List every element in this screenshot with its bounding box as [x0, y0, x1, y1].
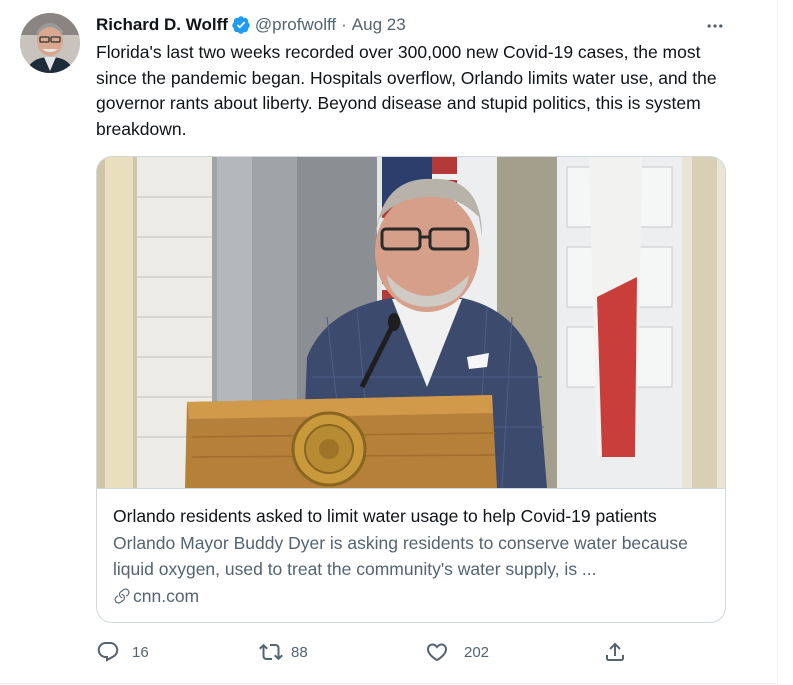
card-domain-row: cnn.com	[113, 584, 713, 608]
separator-dot: ·	[341, 15, 347, 34]
card-body[interactable]: Orlando residents asked to limit water u…	[113, 504, 713, 608]
card-title[interactable]: Orlando residents asked to limit water u…	[113, 504, 713, 528]
tweet-header: Richard D. Wolff @profwolff · Aug 23	[96, 13, 406, 37]
avatar[interactable]	[20, 13, 80, 73]
more-icon[interactable]	[700, 13, 730, 39]
reply-icon	[96, 640, 120, 664]
tweet-text: Florida's last two weeks recorded over 3…	[96, 42, 717, 139]
link-card[interactable]: Orlando residents asked to limit water u…	[96, 156, 726, 623]
retweet-icon	[259, 640, 283, 664]
author-handle[interactable]: @profwolff	[255, 15, 336, 35]
timeline-border	[777, 0, 778, 685]
link-icon	[113, 587, 131, 605]
verified-badge-icon	[231, 15, 251, 35]
card-description: Orlando Mayor Buddy Dyer is asking resid…	[113, 533, 688, 579]
share-icon	[603, 640, 627, 664]
card-domain: cnn.com	[133, 585, 200, 606]
tweet-date[interactable]: Aug 23	[352, 15, 406, 35]
tweet-actions: 16 88 202	[0, 638, 777, 666]
retweet-count: 88	[291, 643, 308, 661]
reply-count: 16	[132, 643, 149, 661]
author-name[interactable]: Richard D. Wolff	[96, 15, 228, 35]
like-count: 202	[464, 643, 490, 661]
tweet-divider	[0, 683, 777, 684]
share-button[interactable]	[603, 638, 627, 666]
like-icon	[425, 640, 449, 664]
reply-button[interactable]: 16	[96, 638, 149, 666]
card-image[interactable]	[97, 157, 725, 489]
retweet-button[interactable]: 88	[259, 638, 308, 666]
like-button[interactable]: 202	[425, 638, 489, 666]
